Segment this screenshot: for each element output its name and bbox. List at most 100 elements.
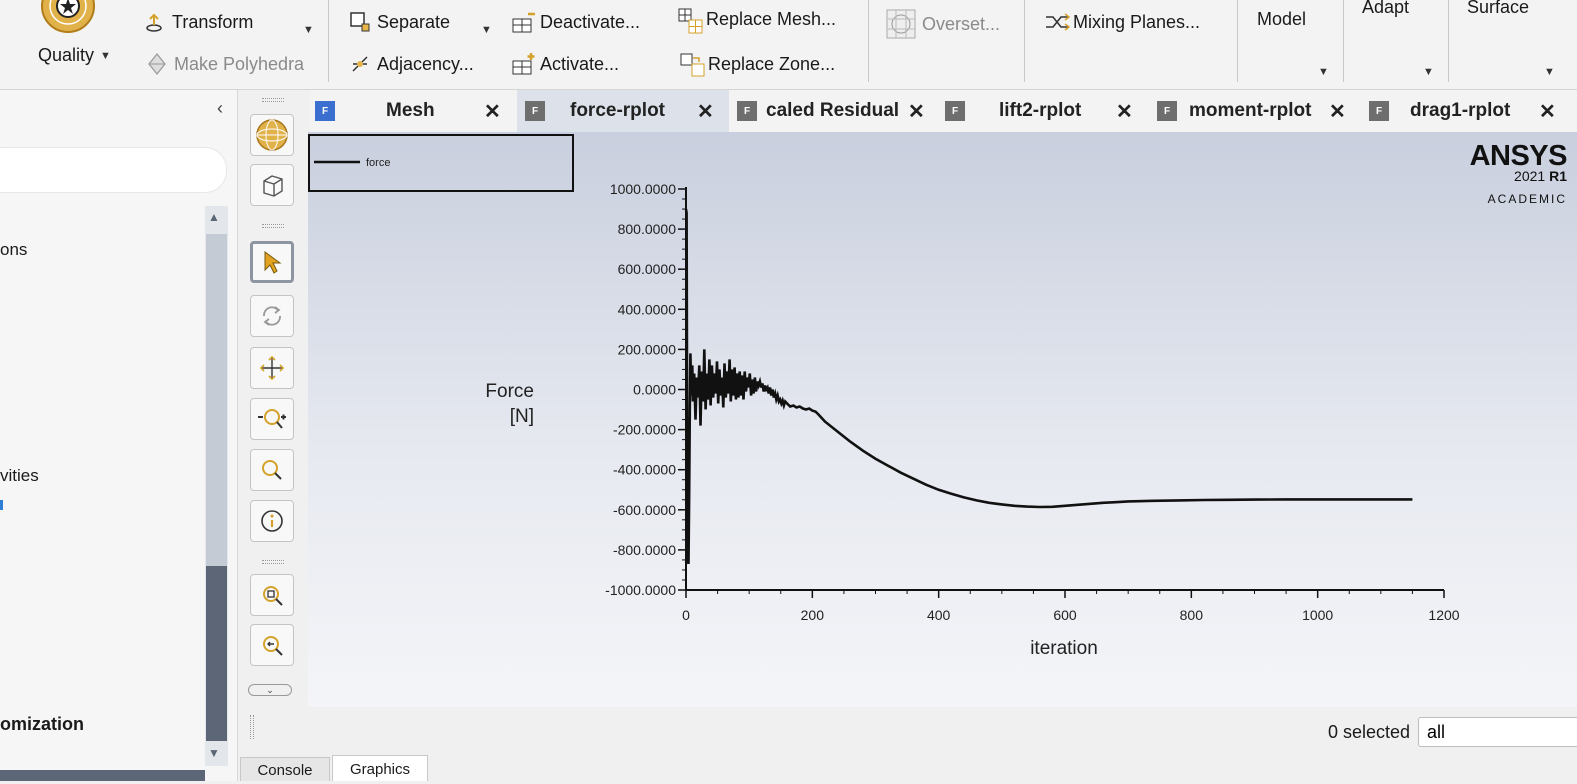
x-tick-label: 800 [1180,607,1204,623]
mesh-display-button[interactable] [250,114,294,156]
tree-search-input[interactable] [0,147,227,193]
select-pointer-button[interactable] [250,241,294,283]
y-tick-label: -1000.0000 [605,582,676,598]
replace-mesh-button[interactable]: Replace Mesh... [678,8,837,34]
tab-graphics[interactable]: Graphics [332,755,428,781]
zoom-button[interactable] [250,398,294,440]
close-icon[interactable]: ✕ [1329,99,1346,124]
zoom-box-button[interactable] [250,449,294,491]
more-tools-icon[interactable]: ⌄ [248,684,292,696]
ansys-brand: ANSYS [1469,140,1568,172]
selection-count: 0 selected [1328,722,1411,742]
chevron-down-icon[interactable]: ▼ [1423,66,1434,78]
replace-zone-button[interactable]: Replace Zone... [680,53,835,77]
chevron-down-icon[interactable]: ▼ [303,24,314,36]
y-tick-label: 400.0000 [618,301,677,317]
collapse-panel-icon[interactable]: ‹ [217,98,223,119]
rotate-icon [263,306,281,326]
tab-moment-rplot[interactable]: F moment-rplot ✕ [1149,90,1361,132]
pan-button[interactable] [250,347,294,389]
scroll-down-icon[interactable]: ▼ [208,746,220,760]
x-axis-label: iteration [1030,638,1098,659]
separate-button[interactable]: Separate [349,11,450,33]
overset-button[interactable]: Overset... [886,9,1000,39]
adjacency-label: Adjacency... [377,53,474,74]
tree-item-solution-ons[interactable]: ons [0,240,27,260]
x-tick-label: 600 [1053,607,1077,623]
y-tick-label: -200.0000 [613,422,676,438]
y-tick-label: -800.0000 [613,542,676,558]
transform-button[interactable]: Transform [144,11,253,33]
tab-mesh[interactable]: F Mesh ✕ [310,90,517,132]
separate-label: Separate [377,11,451,32]
fluent-icon: F [1369,101,1389,121]
surface-label[interactable]: Surface [1467,0,1529,18]
tab-scaled-residual[interactable]: F caled Residual ✕ [729,90,944,132]
legend-label: force [366,157,390,169]
info-icon [261,510,283,532]
rotate-button[interactable] [250,295,294,337]
mesh-sphere-icon [256,119,288,151]
tree-item-activities[interactable]: vities [0,466,39,486]
graphics-toolbar: ⌄ [244,90,306,710]
zoom-previous-icon [263,636,283,656]
y-tick-label: 800.0000 [618,221,677,237]
x-tick-label: 200 [801,607,825,623]
chevron-down-icon[interactable]: ▼ [1544,66,1555,78]
graphics-window[interactable]: force Force [N] iteration 1000.0000 800.0… [308,132,1577,707]
fit-to-window-button[interactable] [250,574,294,616]
view-cube-button[interactable] [250,164,294,206]
force-series-line [684,208,1413,565]
activate-icon [512,53,535,75]
close-icon[interactable]: ✕ [908,99,925,124]
model-label[interactable]: Model [1257,9,1306,30]
chevron-down-icon[interactable]: ▼ [481,24,492,36]
fluent-icon: F [315,101,335,121]
close-icon[interactable]: ✕ [1539,99,1556,124]
tab-label: force-rplot [570,100,665,121]
selection-filter-input[interactable] [1418,717,1577,747]
replace-mesh-label: Replace Mesh... [706,8,837,29]
y-axis-label-line2: [N] [510,406,534,427]
probe-button[interactable] [250,500,294,542]
mixing-planes-button[interactable]: Mixing Planes... [1045,11,1200,33]
tab-console[interactable]: Console [240,757,330,781]
deactivate-button[interactable]: Deactivate... [512,11,640,33]
quality-button[interactable]: Quality ▼ [38,45,111,66]
scroll-thumb[interactable] [206,234,227,566]
scroll-track-dark [206,566,227,741]
pan-icon [259,355,285,381]
adjacency-icon [349,53,371,75]
make-polyhedra-button[interactable]: Make Polyhedra [146,53,304,75]
tab-drag1-rplot[interactable]: F drag1-rplot ✕ [1361,90,1577,132]
ribbon: Quality ▼ Transform ▼ Make Polyhedra Sep… [0,0,1577,90]
activate-label: Activate... [540,53,620,74]
tree-item-customization[interactable]: omization [0,714,84,735]
scroll-up-icon[interactable]: ▲ [208,210,220,224]
activate-button[interactable]: Activate... [512,53,619,75]
tab-lift2-rplot[interactable]: F lift2-rplot ✕ [937,90,1149,132]
tab-label: Mesh [386,100,435,121]
adapt-label[interactable]: Adapt [1362,0,1409,18]
close-icon[interactable]: ✕ [697,99,714,124]
mixing-planes-label: Mixing Planes... [1073,11,1201,32]
chevron-down-icon[interactable]: ▼ [1318,66,1329,78]
close-icon[interactable]: ✕ [1116,99,1133,124]
horizontal-scrollbar[interactable] [0,770,205,781]
x-tick-label: 1200 [1428,607,1459,623]
zoom-in-out-icon [258,409,286,429]
adjacency-button[interactable]: Adjacency... [349,53,474,75]
drag-grip[interactable] [250,715,254,739]
quality-icon[interactable] [40,0,96,34]
previous-view-button[interactable] [250,624,294,666]
scrollbar[interactable]: ▲ ▼ [205,206,228,766]
deactivate-label: Deactivate... [540,11,641,32]
tab-force-rplot[interactable]: F force-rplot ✕ [517,90,729,132]
tab-label: lift2-rplot [999,100,1082,121]
close-icon[interactable]: ✕ [484,99,501,124]
outline-tree-panel: ‹ ons vities omization ▲ ▼ [0,90,238,781]
polyhedra-icon [146,53,168,75]
y-tick-label: 200.0000 [618,341,677,357]
y-tick-label: 1000.0000 [610,181,676,197]
chevron-down-icon[interactable]: ▼ [100,50,111,62]
